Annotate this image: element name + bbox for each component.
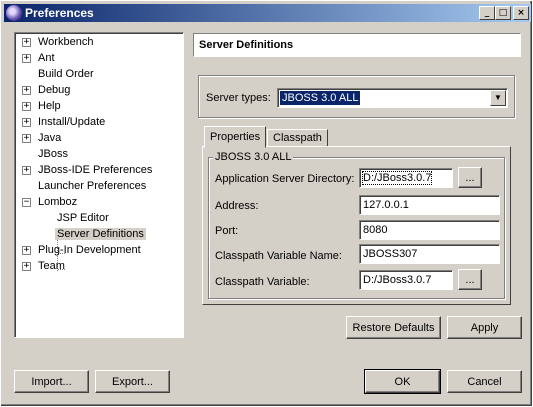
expand-icon[interactable]: + [22, 118, 31, 127]
collapse-icon[interactable]: − [22, 198, 31, 207]
classpath-var-name-value: JBOSS307 [363, 248, 418, 260]
properties-panel: JBOSS 3.0 ALL Application Server Directo… [202, 146, 511, 305]
browse-app-server-dir-button[interactable]: ... [458, 167, 482, 188]
tree-item-label: Team [38, 260, 65, 272]
tab-classpath[interactable]: Classpath [267, 129, 328, 147]
tree-item-label: Lomboz [38, 196, 78, 208]
cancel-button[interactable]: Cancel [447, 370, 522, 393]
server-types-dropdown[interactable]: JBOSS 3.0 ALL ▼ [277, 88, 508, 108]
tree-item-jboss-ide-preferences[interactable]: + JBoss-IDE Preferences [17, 163, 183, 179]
tree-item-jboss[interactable]: JBoss [17, 147, 183, 163]
tree-item-launcher-preferences[interactable]: Launcher Preferences [17, 179, 183, 195]
port-value: 8080 [363, 224, 388, 236]
app-server-dir-label: Application Server Directory: [215, 173, 355, 185]
expand-icon[interactable]: + [22, 134, 31, 143]
apply-button[interactable]: Apply [447, 316, 522, 339]
tree-item-install-update[interactable]: + Install/Update [17, 115, 183, 131]
eclipse-icon [6, 5, 22, 21]
expand-icon[interactable]: + [22, 166, 31, 175]
tree-item-debug[interactable]: + Debug [17, 83, 183, 99]
tree-item-label: Ant [38, 52, 55, 64]
port-label: Port: [215, 225, 239, 237]
classpath-var-value: D:/JBoss3.0.7 [363, 274, 432, 286]
tab-properties[interactable]: Properties [204, 126, 267, 148]
restore-defaults-label: Restore Defaults [352, 321, 435, 334]
import-label: Import... [31, 375, 72, 388]
tree-item-label: Plug-In Development [38, 244, 141, 256]
tree-item-label: Help [38, 100, 61, 112]
chevron-down-icon[interactable]: ▼ [490, 90, 506, 106]
tree-item-help[interactable]: + Help [17, 99, 183, 115]
expand-icon[interactable]: + [22, 246, 31, 255]
address-value: 127.0.0.1 [363, 199, 409, 211]
tree-item-label: Debug [38, 84, 71, 96]
address-field[interactable]: 127.0.0.1 [359, 195, 500, 215]
tree-item-java[interactable]: + Java [17, 131, 183, 147]
app-server-dir-field[interactable]: D:/JBoss3.0.7 [359, 168, 453, 188]
port-field[interactable]: 8080 [359, 220, 500, 240]
cancel-label: Cancel [467, 375, 502, 388]
tree-item-build-order[interactable]: Build Order [17, 67, 183, 83]
tree-item-label: Workbench [38, 36, 94, 48]
minimize-button[interactable]: _ [479, 6, 495, 20]
expand-icon[interactable]: + [22, 262, 31, 271]
tree-item-label: JSP Editor [57, 212, 109, 224]
tree-item-server-definitions[interactable]: Server Definitions [17, 227, 183, 243]
preferences-window: Preferences _ □ × + Workbench + Ant Buil… [0, 0, 533, 407]
server-group-title: JBOSS 3.0 ALL [213, 151, 294, 163]
preferences-tree[interactable]: + Workbench + Ant Build Order + Debug + … [14, 32, 184, 338]
classpath-var-field[interactable]: D:/JBoss3.0.7 [359, 270, 453, 290]
ok-button[interactable]: OK [364, 369, 441, 394]
expand-icon[interactable]: + [22, 38, 31, 47]
server-types-label: Server types: [206, 92, 271, 104]
classpath-var-name-field[interactable]: JBOSS307 [359, 244, 500, 264]
tree-item-label: Launcher Preferences [38, 180, 147, 192]
classpath-var-name-label: Classpath Variable Name: [215, 250, 342, 262]
tree-item-ant[interactable]: + Ant [17, 51, 183, 67]
expand-icon[interactable]: + [22, 86, 31, 95]
tree-item-label: JBoss-IDE Preferences [38, 164, 153, 176]
app-server-dir-value: D:/JBoss3.0.7 [361, 171, 433, 185]
export-label: Export... [112, 375, 153, 388]
window-title: Preferences [25, 6, 94, 20]
restore-defaults-button[interactable]: Restore Defaults [346, 316, 441, 339]
page-title: Server Definitions [193, 33, 521, 57]
tree-item-label: Install/Update [38, 116, 106, 128]
tree-item-lomboz[interactable]: − Lomboz [17, 195, 183, 211]
tree-item-label: JBoss [38, 148, 68, 160]
tree-item-label: Server Definitions [55, 228, 146, 240]
tree-item-team[interactable]: + Team [17, 259, 183, 275]
expand-icon[interactable]: + [22, 102, 31, 111]
ok-label: OK [394, 375, 411, 388]
tree-item-workbench[interactable]: + Workbench [17, 35, 183, 51]
close-button[interactable]: × [513, 6, 529, 20]
tree-item-label: Java [38, 132, 62, 144]
tree-item-label: Build Order [38, 68, 94, 80]
tree-item-plug-in-development[interactable]: + Plug-In Development [17, 243, 183, 259]
maximize-button[interactable]: □ [495, 6, 511, 20]
apply-label: Apply [470, 321, 499, 334]
classpath-var-label: Classpath Variable: [215, 276, 310, 288]
import-button[interactable]: Import... [14, 370, 89, 393]
tree-item-jsp-editor[interactable]: JSP Editor [17, 211, 183, 227]
expand-icon[interactable]: + [22, 54, 31, 63]
browse-classpath-var-button[interactable]: ... [458, 269, 482, 290]
title-bar[interactable]: Preferences _ □ × [4, 4, 531, 22]
export-button[interactable]: Export... [95, 370, 170, 393]
address-label: Address: [215, 200, 259, 212]
server-types-value: JBOSS 3.0 ALL [280, 91, 361, 105]
